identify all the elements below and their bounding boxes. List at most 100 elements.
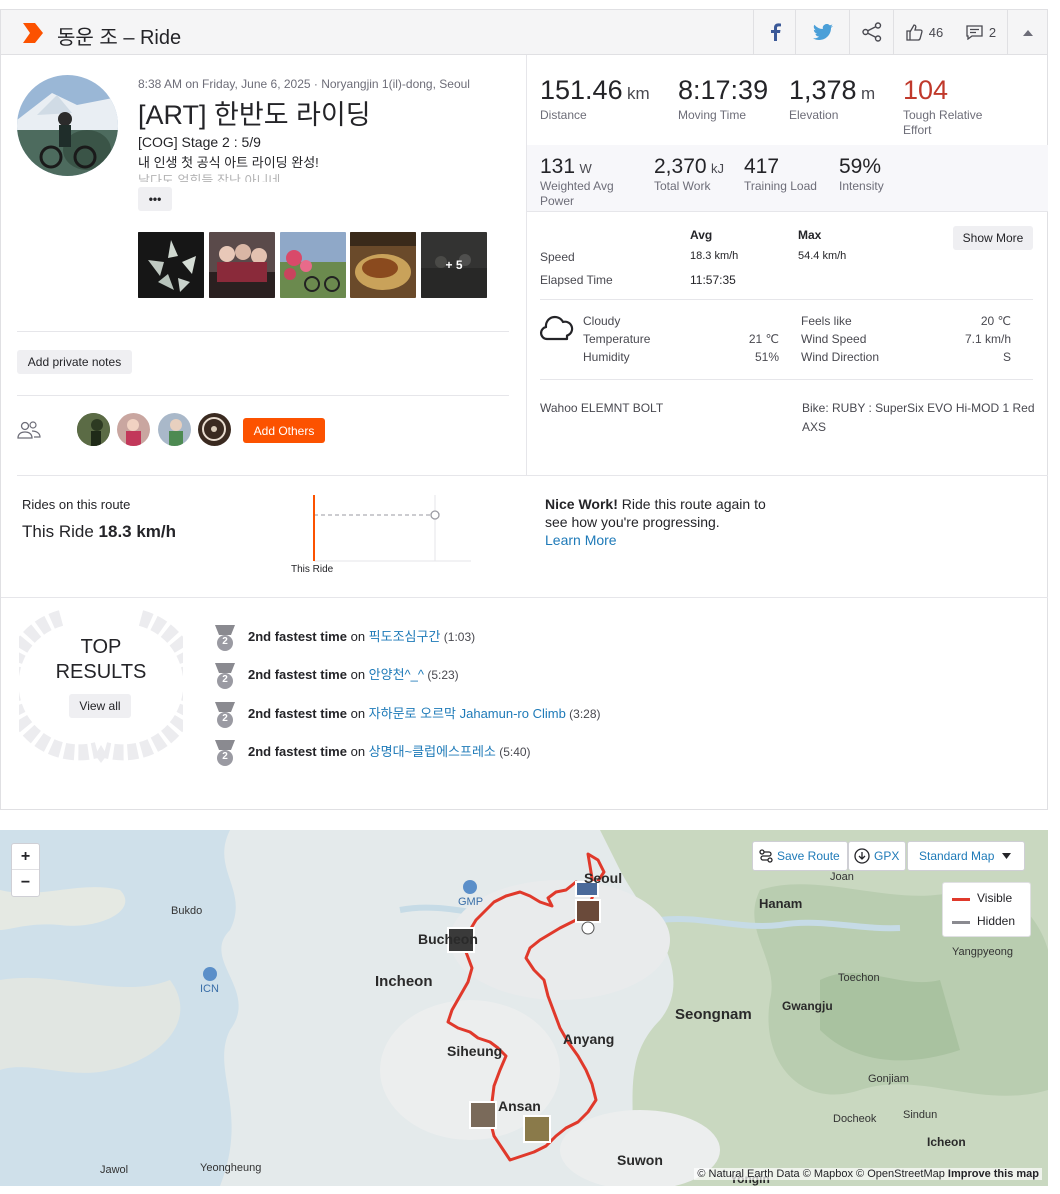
show-more-description-button[interactable]: •••	[138, 187, 172, 211]
route-map[interactable]: Seoul Bucheon Incheon Siheung Anyang Seo…	[0, 830, 1048, 1186]
show-more-photos-button[interactable]: + 5	[421, 232, 487, 298]
activity-photo[interactable]	[350, 232, 416, 298]
activity-description-line: [COG] Stage 2 : 5/9	[138, 134, 261, 150]
segment-link[interactable]: 픽도조심구간	[369, 629, 441, 644]
stat-relative-effort[interactable]: 104 Tough Relative Effort	[903, 75, 1013, 138]
download-icon	[854, 848, 870, 864]
segment-time: (1:03)	[440, 630, 476, 644]
segment-time: (5:40)	[495, 745, 531, 759]
zoom-out-button[interactable]: −	[12, 870, 39, 896]
activity-type-logo-icon	[23, 23, 43, 43]
page-title: 동운 조 – Ride	[57, 27, 182, 49]
share-icon	[861, 22, 881, 42]
bike-name-line[interactable]: Bike: RUBY : SuperSix EVO Hi-MOD 1 Red	[802, 401, 1035, 415]
stat-value: 2,370	[654, 155, 707, 178]
map-place-label: Siheung	[447, 1043, 503, 1059]
stat-value: 131	[540, 155, 576, 178]
show-more-stats-button[interactable]: Show More	[953, 226, 1033, 250]
map-attribution: © Natural Earth Data © Mapbox © OpenStre…	[694, 1168, 1042, 1180]
stat-label: Training Load	[744, 179, 817, 193]
medal-rank: 2	[222, 674, 228, 685]
top-results-title: TOP RESULTS	[19, 635, 183, 685]
stat-label: Tough Relative Effort	[903, 108, 983, 137]
zoom-control: + −	[11, 843, 40, 897]
result-on-text: on	[346, 744, 369, 759]
group-rider-avatar[interactable]	[158, 413, 191, 446]
activity-photo[interactable]	[280, 232, 346, 298]
stat-unit: W	[579, 161, 592, 176]
medal-rank: 2	[222, 713, 228, 724]
chevron-down-icon	[1002, 853, 1012, 859]
stat-intensity: 59% Intensity	[839, 155, 884, 193]
segment-time: (5:23)	[423, 668, 459, 682]
bike-name-line[interactable]: AXS	[802, 420, 826, 434]
nice-work-message: Nice Work! Ride this route again to see …	[545, 495, 785, 549]
avatar-image	[198, 413, 231, 446]
segment-result: 2nd fastest time on 픽도조심구간 (1:03)	[248, 626, 475, 645]
map-place-label: Ansan	[498, 1098, 541, 1114]
map-place-label: Suwon	[617, 1152, 663, 1168]
kudos-button[interactable]: 46	[893, 10, 955, 54]
stat-label: Total Work	[654, 179, 711, 193]
segment-result: 2nd fastest time on 안양천^_^ (5:23)	[248, 664, 459, 683]
avatar-image	[117, 413, 150, 446]
collapse-header-button[interactable]	[1007, 10, 1048, 54]
map-place-label: Seoul	[584, 870, 623, 886]
route-heading: Rides on this route	[22, 497, 131, 512]
facebook-icon	[770, 23, 781, 41]
stat-unit: km	[627, 84, 650, 103]
activity-header: 동운 조 – Ride 46 2	[0, 9, 1048, 55]
save-route-button[interactable]: Save Route	[752, 841, 848, 871]
map-place-label: Yangpyeong	[952, 946, 1013, 958]
save-route-label: Save Route	[777, 849, 840, 863]
stat-value: 417	[744, 155, 780, 178]
segment-link[interactable]: 안양천^_^	[369, 667, 424, 682]
stat-weighted-power: 131 W Weighted Avg Power	[540, 155, 630, 209]
wind-direction-label: Wind Direction	[801, 350, 880, 364]
speed-label: Speed	[540, 250, 575, 264]
nice-work-line1: Ride this route again to	[617, 496, 766, 512]
caret-up-icon	[1023, 29, 1033, 36]
segment-link[interactable]: 상명대~클럽에스프레소	[369, 744, 496, 759]
comment-icon	[966, 24, 983, 40]
nice-work-bold: Nice Work!	[545, 496, 618, 512]
share-twitter-button[interactable]	[795, 10, 849, 54]
map-place-label: Seongnam	[675, 1006, 752, 1023]
gpx-download-button[interactable]: GPX	[848, 841, 906, 871]
divider	[17, 331, 509, 332]
group-rider-avatar[interactable]	[117, 413, 150, 446]
result-on-text: on	[346, 667, 369, 682]
wind-speed-label: Wind Speed	[801, 332, 867, 346]
athlete-avatar[interactable]	[17, 75, 118, 176]
add-others-button[interactable]: Add Others	[243, 418, 325, 443]
improve-map-link[interactable]: Improve this map	[948, 1168, 1039, 1180]
temperature-label: Temperature	[583, 332, 651, 346]
learn-more-link[interactable]: Learn More	[545, 532, 617, 548]
share-button[interactable]	[849, 10, 893, 54]
zoom-in-button[interactable]: +	[12, 844, 39, 870]
stat-label: Intensity	[839, 179, 884, 193]
max-column-header: Max	[798, 228, 822, 242]
map-place-label: Joan	[830, 871, 854, 883]
group-rider-avatar[interactable]	[198, 413, 231, 446]
map-place-label: Gonjiam	[868, 1073, 909, 1085]
route-comparison-chart	[313, 495, 471, 562]
cloudy-weather-icon	[540, 315, 574, 341]
map-place-label: Toechon	[838, 972, 880, 984]
map-place-label: Gwangju	[782, 999, 833, 1013]
stat-unit: m	[861, 84, 876, 103]
view-all-results-button[interactable]: View all	[69, 694, 131, 718]
add-private-notes-button[interactable]: Add private notes	[17, 350, 132, 374]
divider	[540, 299, 1033, 300]
activity-datetime-location: 8:38 AM on Friday, June 6, 2025 · Noryan…	[138, 77, 470, 91]
avatar-image	[77, 413, 110, 446]
map-style-select[interactable]: Standard Map	[907, 841, 1025, 871]
share-facebook-button[interactable]	[753, 10, 795, 54]
stat-value: 59%	[839, 155, 882, 178]
activity-photo[interactable]	[138, 232, 204, 298]
comments-button[interactable]: 2	[955, 10, 1007, 54]
activity-photo[interactable]	[209, 232, 275, 298]
segment-link[interactable]: 자하문로 오르막 Jahamun-ro Climb	[369, 706, 566, 721]
group-rider-avatar[interactable]	[77, 413, 110, 446]
map-place-label: Hanam	[759, 896, 803, 911]
